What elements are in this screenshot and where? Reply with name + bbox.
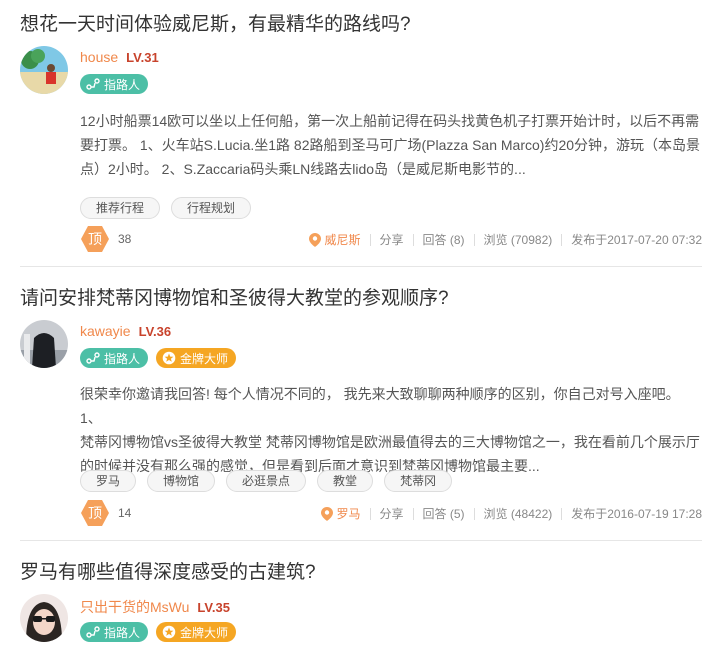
divider: [473, 507, 475, 520]
upvote-count: 38: [118, 232, 132, 246]
card-divider: [20, 266, 702, 267]
location-label: 罗马: [336, 507, 361, 521]
location-label: 威尼斯: [324, 233, 361, 247]
avatar[interactable]: [20, 46, 68, 94]
share-button[interactable]: 分享: [380, 231, 404, 248]
tag[interactable]: 行程规划: [171, 197, 252, 219]
divider: [412, 233, 414, 246]
author-row: kawayie LV.36: [80, 323, 171, 339]
upvote-button[interactable]: 顶: [80, 498, 110, 528]
question-meta: 罗马 分享 回答 (5) 浏览 (48422) 发布于2016-07-19 17…: [320, 505, 702, 522]
views-count: 浏览 (48422): [483, 507, 553, 521]
share-button[interactable]: 分享: [380, 505, 404, 522]
author-level: LV.31: [126, 50, 159, 65]
author-level: LV.36: [138, 324, 172, 339]
question-footer: 顶 38 威尼斯 分享 回答 (8) 浏览 (70982) 发布于2017-07…: [80, 226, 702, 252]
question-meta: 威尼斯 分享 回答 (8) 浏览 (70982) 发布于2017-07-20 0…: [308, 231, 702, 248]
star-medal-icon: [162, 625, 176, 639]
question-title[interactable]: 请问安排梵蒂冈博物馆和圣彼得大教堂的参观顺序?: [20, 283, 449, 310]
author-row: 只出干货的MsWu LV.35: [80, 597, 230, 617]
question-title[interactable]: 想花一天时间体验威尼斯，有最精华的路线吗?: [20, 9, 411, 36]
route-icon: [86, 352, 100, 364]
tag[interactable]: 必逛景点: [226, 470, 307, 492]
question-title[interactable]: 罗马有哪些值得深度感受的古建筑?: [20, 557, 316, 584]
upvote-button[interactable]: 顶: [80, 224, 110, 254]
divider: [412, 507, 414, 520]
answers-count[interactable]: 回答 (5): [423, 505, 465, 522]
route-icon: [86, 78, 100, 90]
answer-excerpt[interactable]: 很荣幸你邀请我回答! 每个人情况不同的， 我先来大致聊聊两种顺序的区别，你自己对…: [80, 382, 702, 478]
badge-list: 指路人 金牌大师: [80, 348, 237, 368]
answers-count[interactable]: 回答 (8): [423, 231, 465, 248]
badge-label: 指路人: [104, 77, 141, 92]
answer-excerpt[interactable]: 12小时船票14欧可以坐以上任何船，第一次上船前记得在码头找黄色机子打票开始计时…: [80, 109, 702, 181]
gold-master-badge: 金牌大师: [156, 348, 237, 368]
divider: [561, 507, 563, 520]
excerpt-line: 12小时船票14欧可以坐以上任何船，第一次上船前记得在码头找黄色机子打票开始计时…: [80, 113, 700, 129]
question-footer: 顶 14 罗马 分享 回答 (5) 浏览 (48422) 发布于2016-07-…: [80, 500, 702, 526]
badge-list: 指路人: [80, 74, 149, 94]
route-icon: [86, 626, 100, 638]
avatar[interactable]: [20, 594, 68, 642]
location-link[interactable]: 罗马: [320, 505, 361, 522]
excerpt-line: 点）2小时。 2、S.Zaccaria码头乘LN线路去lido岛（是威尼斯电影节…: [80, 161, 526, 177]
author-name[interactable]: house: [80, 49, 118, 65]
tag[interactable]: 罗马: [80, 470, 137, 492]
badge-label: 金牌大师: [180, 625, 229, 640]
upvote-label: 顶: [88, 506, 102, 522]
excerpt-line: 很荣幸你邀请我回答! 每个人情况不同的， 我先来大致聊聊两种顺序的区别，你自己对…: [80, 386, 680, 426]
upvote-label: 顶: [88, 232, 102, 248]
tag-list: 推荐行程 行程规划: [80, 197, 252, 219]
divider: [369, 507, 371, 520]
excerpt-line: 要打票。 1、火车站S.Lucia.坐1路 82路船到圣马可广场(Plazza …: [80, 137, 701, 153]
tag[interactable]: 推荐行程: [80, 197, 161, 219]
upvote-count: 14: [118, 506, 132, 520]
author-row: house LV.31: [80, 49, 159, 65]
publish-time: 发布于2017-07-20 07:32: [571, 233, 702, 247]
author-name[interactable]: 只出干货的MsWu: [80, 599, 189, 615]
publish-time: 发布于2016-07-19 17:28: [571, 507, 702, 521]
badge-label: 指路人: [104, 625, 141, 640]
badge-label: 指路人: [104, 351, 141, 366]
tag[interactable]: 博物馆: [147, 470, 216, 492]
divider: [369, 233, 371, 246]
author-level: LV.35: [197, 600, 230, 615]
guide-badge: 指路人: [80, 348, 149, 368]
divider: [473, 233, 475, 246]
guide-badge: 指路人: [80, 622, 149, 642]
tag[interactable]: 教堂: [317, 470, 374, 492]
tag-list: 罗马 博物馆 必逛景点 教堂 梵蒂冈: [80, 470, 453, 492]
badge-list: 指路人 金牌大师: [80, 622, 237, 642]
location-pin-icon: [308, 232, 321, 247]
badge-label: 金牌大师: [180, 351, 229, 366]
card-divider: [20, 540, 702, 541]
location-pin-icon: [320, 506, 333, 521]
divider: [561, 233, 563, 246]
guide-badge: 指路人: [80, 74, 149, 94]
avatar[interactable]: [20, 320, 68, 368]
author-name[interactable]: kawayie: [80, 323, 131, 339]
views-count: 浏览 (70982): [483, 233, 553, 247]
star-medal-icon: [162, 351, 176, 365]
location-link[interactable]: 威尼斯: [308, 231, 361, 248]
tag[interactable]: 梵蒂冈: [384, 470, 453, 492]
gold-master-badge: 金牌大师: [156, 622, 237, 642]
excerpt-line: 梵蒂冈博物馆vs圣彼得大教堂 梵蒂冈博物馆是欧洲最值得去的三大博物馆之一，我在看…: [80, 434, 700, 450]
